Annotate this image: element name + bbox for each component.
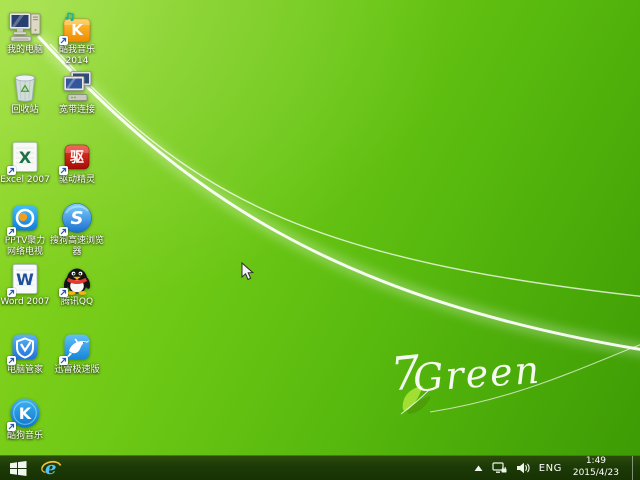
system-tray: ENG 1:49 2015/4/23 [474,456,640,480]
desktop-icon-label: 回收站 [0,105,50,116]
word-icon: W [8,262,42,296]
desktop-icon-excel-2007[interactable]: X Excel 2007 [0,140,50,186]
kugou-music-icon: K [8,396,42,430]
excel-icon: X [8,140,42,174]
language-indicator[interactable]: ENG [539,456,562,480]
desktop-icon-label: 酷我音乐 2014 [49,45,105,67]
shortcut-arrow-icon [59,227,68,236]
volume-tray-button[interactable] [516,456,530,480]
speaker-icon [516,462,530,474]
internet-explorer-icon: e [40,458,62,478]
kuwo-music-icon: K [60,10,94,44]
shortcut-arrow-icon [59,356,68,365]
shortcut-arrow-icon [59,288,68,297]
thunder-bird-icon [60,330,94,364]
desktop-icon-label: 宽带连接 [49,105,105,116]
desktop-icon-label: 腾讯QQ [49,297,105,308]
shortcut-arrow-icon [7,288,16,297]
driver-genie-icon: 驱 [60,140,94,174]
my-computer-icon [8,10,42,44]
desktop-icon-kuwo-music[interactable]: K 酷我音乐 2014 [49,10,105,67]
shortcut-arrow-icon [7,227,16,236]
desktop-icon-label: 酷狗音乐 [0,431,50,442]
shortcut-arrow-icon [59,166,68,175]
shortcut-arrow-icon [7,422,16,431]
clock-date: 2015/4/23 [573,468,619,480]
desktop-icon-broadband-connection[interactable]: 宽带连接 [49,70,105,116]
desktop-icon-tencent-qq[interactable]: 腾讯QQ [49,262,105,308]
internet-explorer-button[interactable]: e [36,456,66,480]
desktop-icon-label: 迅雷极速版 [49,365,105,376]
desktop-icon-thunder-speed[interactable]: 迅雷极速版 [49,330,105,376]
desktop-icon-label: 电脑管家 [0,365,50,376]
show-desktop-button[interactable] [632,456,638,480]
recycle-bin-icon [8,70,42,104]
pc-manager-shield-icon [8,330,42,364]
shortcut-arrow-icon [59,36,68,45]
windows-logo-icon [10,461,27,476]
desktop-icon-my-computer[interactable]: 我的电脑 [0,10,50,56]
desktop-icon-driver-genie[interactable]: 驱 驱动精灵 [49,140,105,186]
broadband-connection-icon [60,70,94,104]
clock[interactable]: 1:49 2015/4/23 [571,456,621,479]
desktop-icon-kugou-music[interactable]: K 酷狗音乐 [0,396,50,442]
desktop-icon-sogou-browser[interactable]: S 搜狗高速浏览器 [49,201,105,258]
qq-penguin-icon [60,262,94,296]
desktop-screen: 7 Green 我的电脑 [0,0,640,480]
desktop-icon-label: PPTV聚力 网络电视 [0,236,50,258]
desktop-icon-word-2007[interactable]: W Word 2007 [0,262,50,308]
desktop-icon-label: Word 2007 [0,297,50,308]
start-button[interactable] [0,456,36,480]
shortcut-arrow-icon [7,356,16,365]
desktop-icon-label: 我的电脑 [0,45,50,56]
chevron-up-icon [474,465,483,472]
shortcut-arrow-icon [7,166,16,175]
desktop-icon-pc-manager[interactable]: 电脑管家 [0,330,50,376]
desktop-icon-recycle-bin[interactable]: 回收站 [0,70,50,116]
pptv-icon [8,201,42,235]
desktop-icon-label: 搜狗高速浏览器 [49,236,105,258]
network-tray-button[interactable] [492,456,507,480]
taskbar: e [0,455,640,480]
sogou-browser-icon: S [60,201,94,235]
desktop-icon-label: 驱动精灵 [49,175,105,186]
clock-time: 1:49 [573,456,619,468]
desktop-icon-pptv[interactable]: PPTV聚力 网络电视 [0,201,50,258]
desktop-icon-label: Excel 2007 [0,175,50,186]
show-hidden-icons-button[interactable] [474,456,483,480]
network-icon [492,462,507,475]
